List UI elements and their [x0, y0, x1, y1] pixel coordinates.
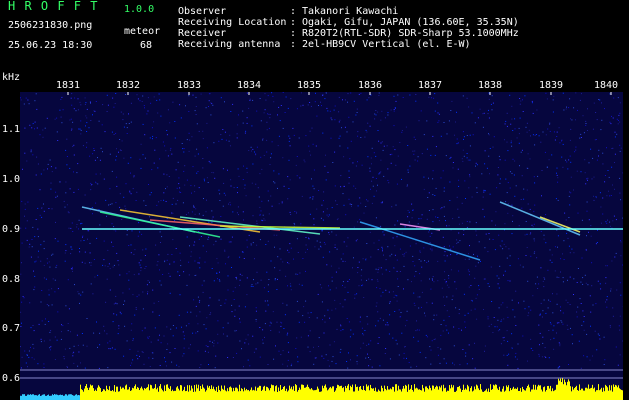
- category-label: meteor: [124, 26, 161, 37]
- info-label-receiver: Receiver: [178, 28, 227, 39]
- x-tick-label: 1840: [593, 80, 619, 91]
- y-tick-label: 1.1: [2, 124, 21, 135]
- info-label-observer: Observer: [178, 6, 227, 17]
- y-tick-label: 0.6: [2, 373, 21, 384]
- x-tick-label: 1831: [55, 80, 81, 91]
- y-tick-label: 1.0: [2, 174, 21, 185]
- y-tick-label: 0.8: [2, 274, 21, 285]
- x-tick-label: 1834: [236, 80, 262, 91]
- meteor-count: 68: [140, 40, 153, 51]
- info-label-antenna: Receiving antenna: [178, 39, 281, 50]
- spectrogram: [20, 92, 623, 400]
- app-version: 1.0.0: [124, 4, 155, 15]
- info-value-location: Ogaki, Gifu, JAPAN (136.60E, 35.35N): [302, 17, 519, 28]
- x-tick-label: 1833: [176, 80, 202, 91]
- info-sep-2: :: [290, 17, 297, 28]
- file-name: 2506231830.png: [8, 20, 93, 31]
- y-tick-label: 0.7: [2, 323, 21, 334]
- x-tick-label: 1839: [538, 80, 564, 91]
- x-tick-label: 1836: [357, 80, 383, 91]
- y-axis-unit: kHz: [2, 72, 21, 83]
- x-tick-label: 1835: [296, 80, 322, 91]
- info-sep-1: :: [290, 6, 297, 17]
- date-time: 25.06.23 18:30: [8, 40, 93, 51]
- info-label-location: Receiving Location: [178, 17, 287, 28]
- info-sep-4: :: [290, 39, 297, 50]
- y-tick-label: 0.9: [2, 224, 21, 235]
- spectrogram-background: [20, 92, 623, 400]
- info-sep-3: :: [290, 28, 297, 39]
- info-value-observer: Takanori Kawachi: [302, 6, 399, 17]
- info-value-receiver: R820T2(RTL-SDR) SDR-Sharp 53.1000MHz: [302, 28, 519, 39]
- x-tick-label: 1837: [417, 80, 443, 91]
- x-tick-label: 1832: [115, 80, 141, 91]
- x-tick-label: 1838: [477, 80, 503, 91]
- app-title: H R O F F T: [8, 0, 99, 13]
- info-value-antenna: 2el-HB9CV Vertical (el. E-W): [302, 39, 471, 50]
